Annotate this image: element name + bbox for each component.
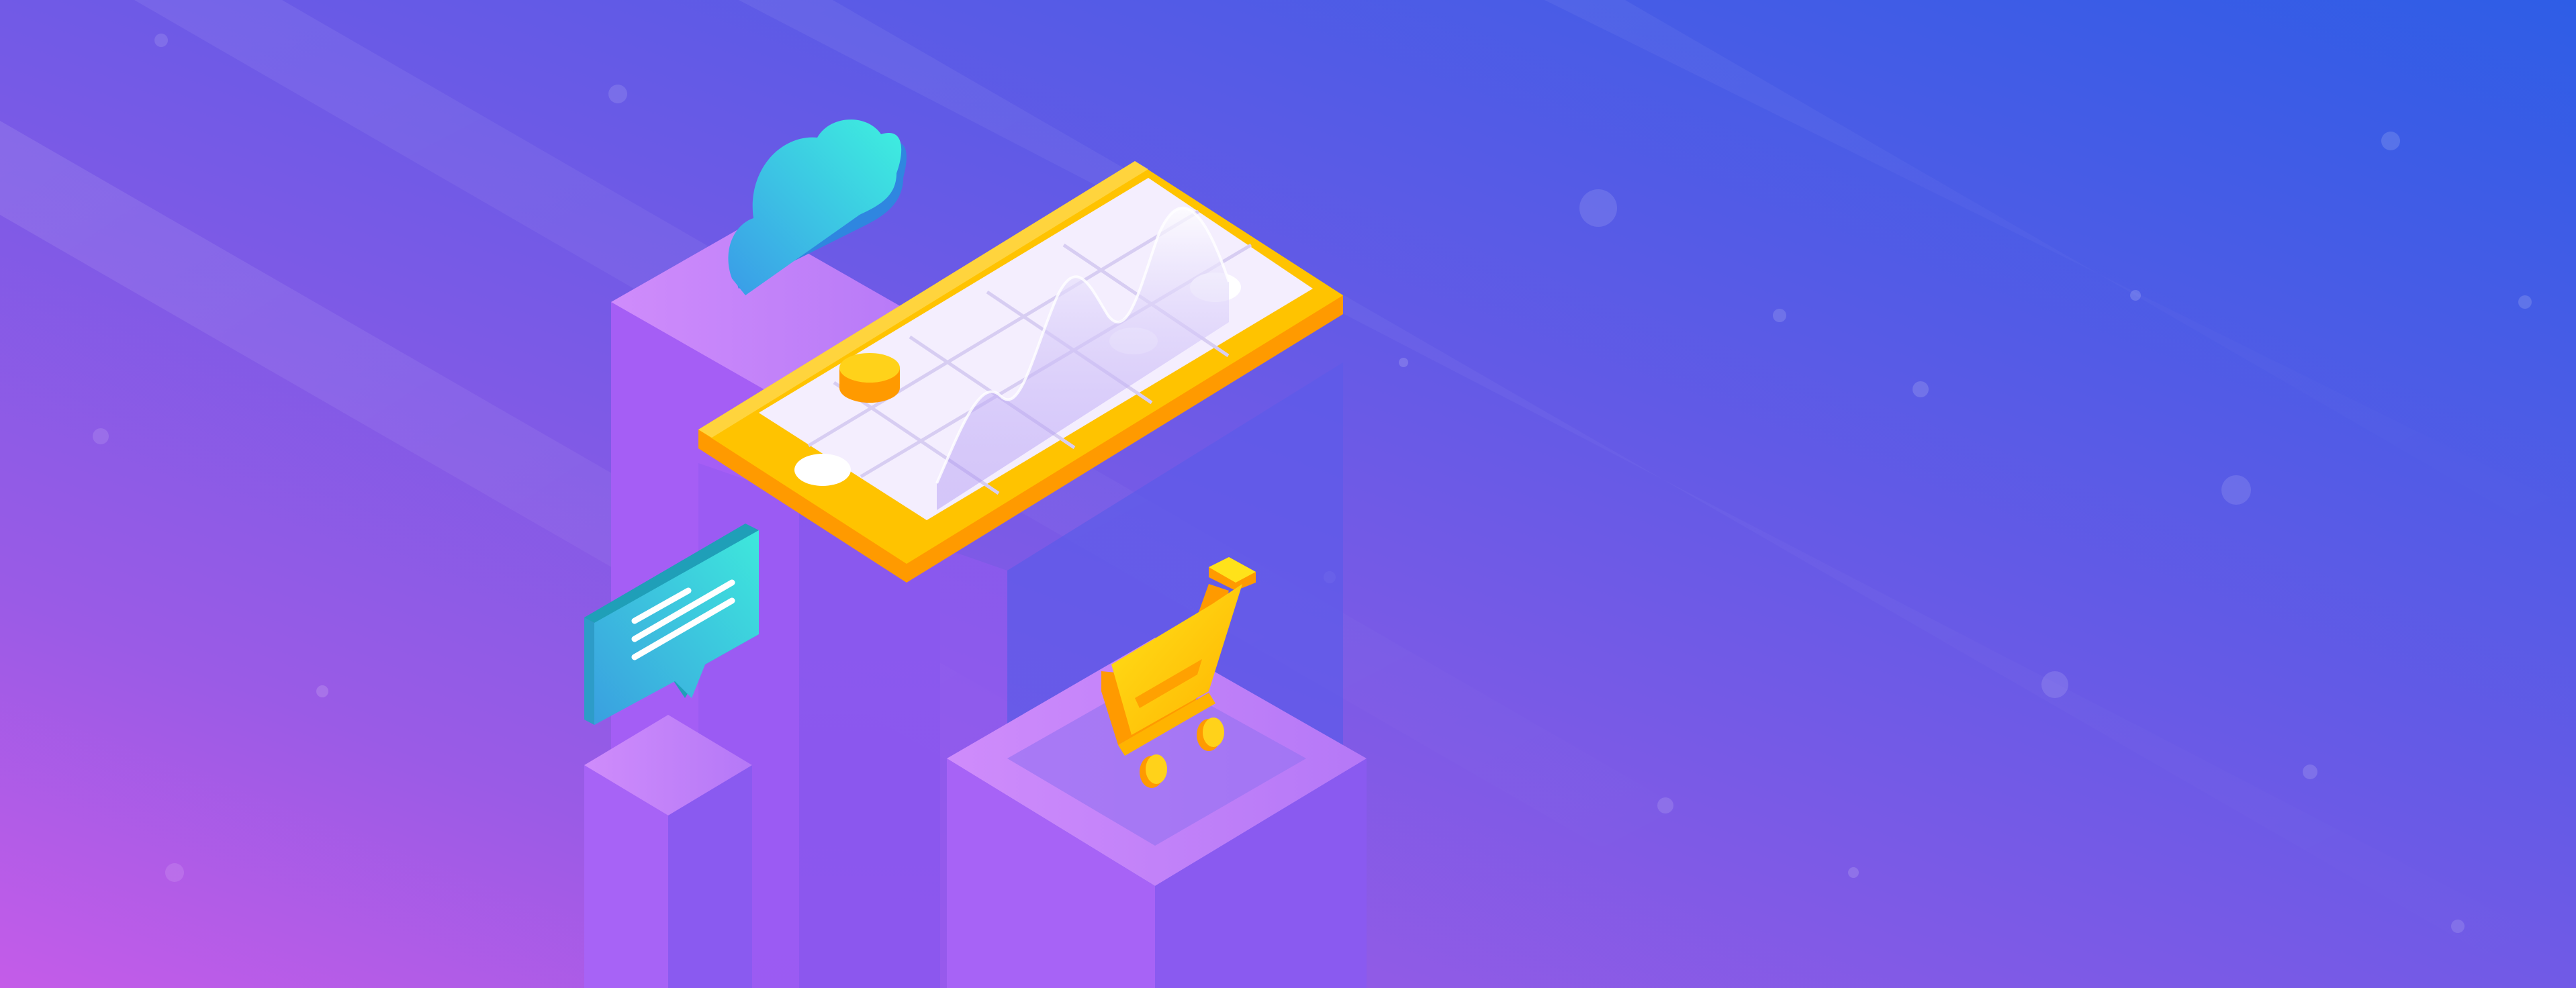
coin-icon	[839, 353, 900, 403]
isometric-illustration	[0, 0, 2576, 988]
pillar-small-left	[584, 715, 752, 988]
hero-banner	[0, 0, 2576, 988]
home-button	[794, 454, 851, 486]
